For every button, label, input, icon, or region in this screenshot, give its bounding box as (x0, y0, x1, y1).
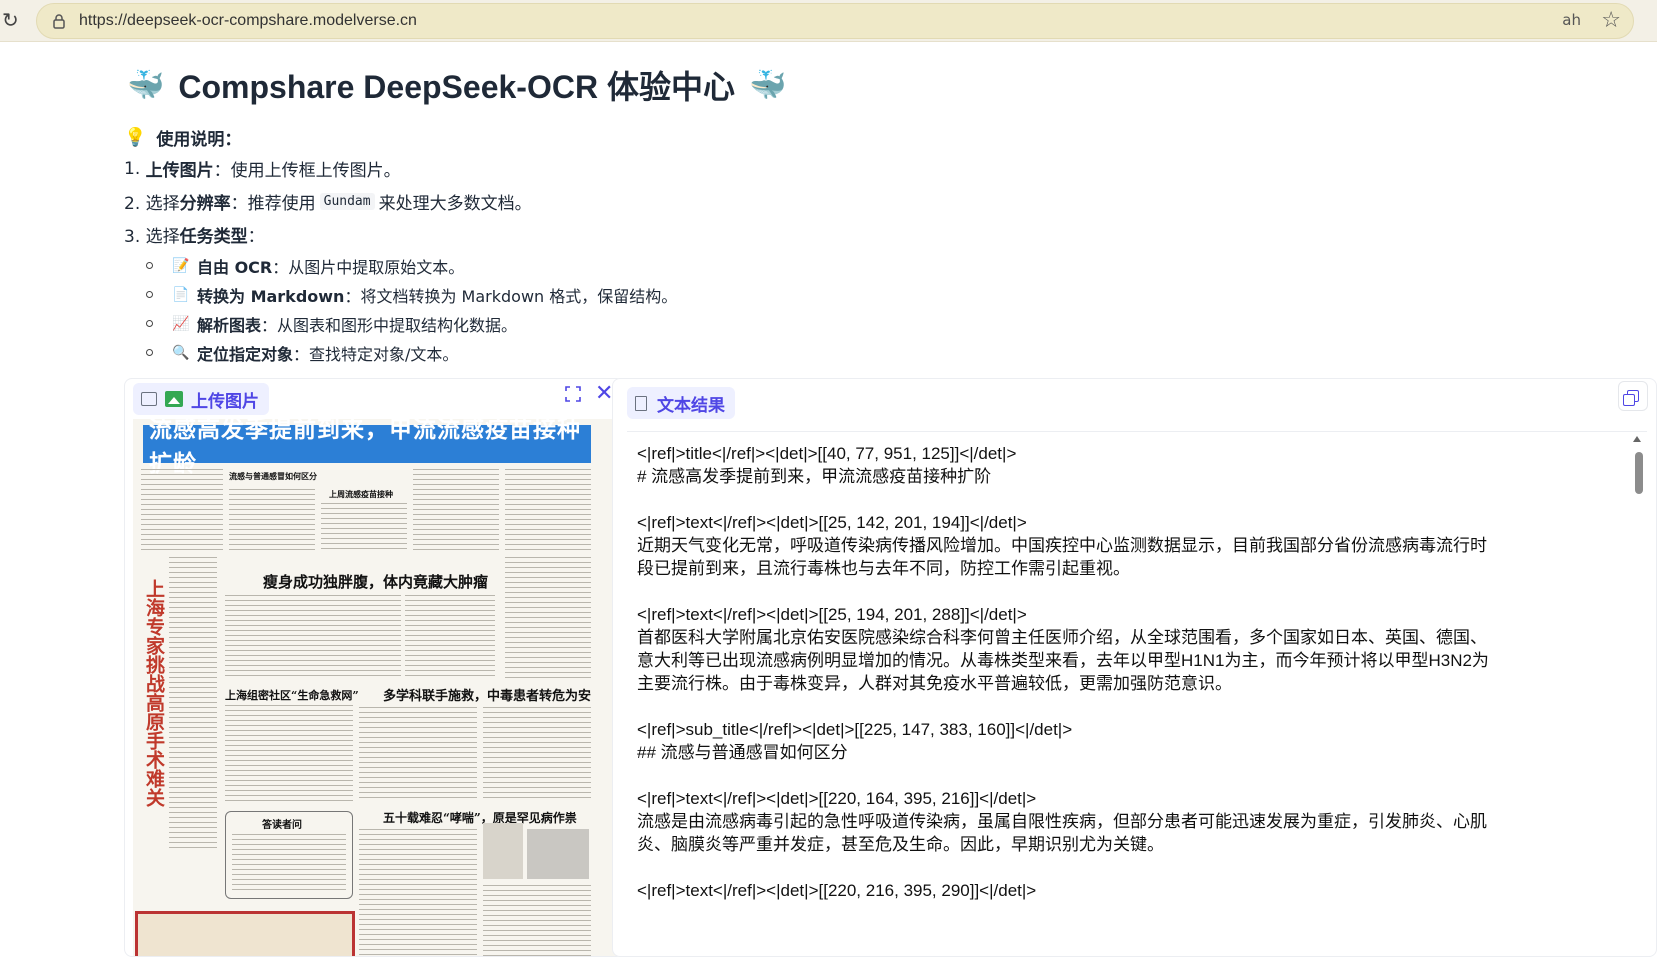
result-block: <|ref|>text<|/ref|><|det|>[[220, 216, 39… (637, 879, 1493, 902)
result-ref-line: <|ref|>sub_title<|/ref|><|det|>[[225, 14… (637, 720, 1073, 739)
bullet-icon (146, 320, 153, 327)
result-textbox[interactable]: <|ref|>title<|/ref|><|det|>[[40, 77, 951… (627, 431, 1647, 961)
reader-qa-box: 答读者问 (225, 811, 353, 899)
result-block: <|ref|>title<|/ref|><|det|>[[40, 77, 951… (637, 442, 1493, 488)
memo-icon: 📝 (172, 257, 190, 274)
result-content-line: # 流感高发季提前到来，甲流流感疫苗接种扩阶 (637, 467, 992, 486)
newspaper-column (232, 834, 346, 894)
result-text[interactable]: <|ref|>title<|/ref|><|det|>[[40, 77, 951… (627, 432, 1507, 902)
bullet-icon (146, 262, 153, 269)
result-panel: 文本结果 <|ref|>title<|/ref|><|det|>[[40, 77… (612, 378, 1657, 957)
reader-qa-title: 答读者问 (262, 820, 302, 831)
whale-icon: 🐳 (748, 68, 787, 102)
bullet-icon (146, 349, 153, 356)
newspaper-column (405, 595, 495, 679)
newspaper-headline: 流感高发季提前到来，甲流流感疫苗接种扩龄 (143, 419, 591, 477)
chart-icon: 📈 (172, 315, 190, 332)
newspaper-column (225, 705, 353, 801)
result-block: <|ref|>sub_title<|/ref|><|det|>[[225, 14… (637, 718, 1493, 764)
task-free-ocr: 📝 自由 OCR ：从图片中提取原始文本。 (146, 251, 677, 280)
task-markdown: 📄 转换为 Markdown ：将文档转换为 Markdown 格式，保留结构。 (146, 280, 677, 309)
scroll-up-icon[interactable] (1633, 436, 1641, 442)
newspaper-column (505, 469, 591, 551)
page-icon: 📄 (172, 286, 190, 303)
newspaper-decoration (135, 911, 355, 956)
url-text[interactable]: https://deepseek-ocr-compshare.modelvers… (79, 12, 417, 30)
page-title: 🐳 Compshare DeepSeek-OCR 体验中心 🐳 (127, 62, 786, 108)
fullscreen-icon[interactable] (565, 386, 581, 402)
result-block: <|ref|>text<|/ref|><|det|>[[25, 194, 201… (637, 603, 1493, 695)
result-block: <|ref|>text<|/ref|><|det|>[[220, 164, 39… (637, 787, 1493, 856)
copy-icon (1623, 390, 1639, 406)
task-locate: 🔍 定位指定对象 ：查找特定对象/文本。 (146, 338, 677, 367)
newspaper-column (413, 469, 499, 551)
result-content-line: 近期天气变化无常，呼吸道传染病传播风险增加。中国疾控中心监测数据显示，目前我国部… (637, 536, 1487, 578)
step-1: 1. 上传图片 ：使用上传框上传图片。 (124, 158, 401, 182)
result-block: <|ref|>text<|/ref|><|det|>[[25, 142, 201… (637, 511, 1493, 580)
magnifier-icon: 🔍 (172, 344, 190, 361)
instructions: 💡 使用说明： 1. 上传图片 ：使用上传框上传图片。 2. 选择 分辨率 ：推荐使用… (124, 122, 677, 367)
address-bar[interactable]: https://deepseek-ocr-compshare.modelvers… (36, 3, 1634, 39)
result-label: 文本结果 (627, 387, 735, 419)
site-info-icon[interactable] (51, 13, 67, 29)
newspaper-column (321, 503, 407, 551)
result-ref-line: <|ref|>text<|/ref|><|det|>[[220, 164, 39… (637, 789, 1037, 808)
bookmark-star-icon[interactable]: ☆ (1601, 8, 1621, 33)
result-content-line: 首都医科大学附属北京佑安医院感染综合科李何曾主任医师介绍，从全球范围看，多个国家… (637, 628, 1489, 693)
task-chart: 📈 解析图表 ：从图表和图形中提取结构化数据。 (146, 309, 677, 338)
step-3: 3. 选择 任务类型： (124, 227, 265, 247)
bullet-icon (146, 291, 153, 298)
page-title-text: Compshare DeepSeek-OCR 体验中心 (178, 69, 735, 105)
document-icon (635, 395, 647, 411)
newspaper-column (169, 557, 217, 849)
newspaper-column (229, 489, 315, 551)
lightbulb-icon: 💡 (124, 126, 147, 148)
instructions-heading: 💡 使用说明： (124, 126, 242, 150)
newspaper-headline-3: 上海组密社区“生命急救网” (225, 687, 359, 703)
newspaper-column (141, 469, 223, 551)
newspaper-column (359, 707, 477, 801)
step-2: 2. 选择 分辨率 ：推荐使用 Gundam 来处理大多数文档。 (124, 193, 532, 214)
close-icon[interactable]: ✕ (595, 381, 613, 406)
newspaper-column (505, 557, 591, 679)
picture-icon (165, 391, 183, 407)
newspaper-headline-5: 五十载难忍“哮喘”，原是罕见病作祟 (383, 809, 577, 826)
result-ref-line: <|ref|>text<|/ref|><|det|>[[25, 142, 201… (637, 513, 1027, 532)
newspaper-vertical-headline: 上海专家挑战高原手术难关 (143, 579, 165, 807)
uploaded-image[interactable]: 流感高发季提前到来，甲流流感疫苗接种扩龄 流感与普通感冒如何区分 上周流感疫苗接… (133, 419, 617, 956)
image-icon (141, 392, 157, 406)
upload-panel: 上传图片 ✕ 流感高发季提前到来，甲流流感疫苗接种扩龄 流感与普通感冒如何区分 … (124, 378, 624, 957)
newspaper-subhead: 流感与普通感冒如何区分 (229, 471, 317, 482)
whale-icon: 🐳 (127, 68, 165, 102)
newspaper-column (483, 707, 591, 801)
newspaper-column (225, 595, 401, 679)
newspaper-subhead: 上周流感疫苗接种 (329, 489, 393, 500)
translate-icon[interactable]: ah (1562, 11, 1581, 29)
newspaper-photo (527, 829, 589, 879)
result-ref-line: <|ref|>text<|/ref|><|det|>[[220, 216, 39… (637, 881, 1037, 900)
result-ref-line: <|ref|>text<|/ref|><|det|>[[25, 194, 201… (637, 605, 1027, 624)
newspaper-headline-4: 多学科联手施救，中毒患者转危为安 (383, 685, 592, 704)
reload-icon[interactable]: ↻ (2, 8, 19, 32)
gundam-code: Gundam (319, 193, 375, 210)
result-ref-line: <|ref|>title<|/ref|><|det|>[[40, 77, 951… (637, 444, 1017, 463)
upload-label: 上传图片 (133, 383, 269, 415)
newspaper-photo (483, 823, 523, 879)
result-content-line: 流感是由流感病毒引起的急性呼吸道传染病，虽属自限性疾病，但部分患者可能迅速发展为… (637, 812, 1487, 854)
newspaper-column (359, 829, 477, 956)
task-list: 📝 自由 OCR ：从图片中提取原始文本。 📄 转换为 Markdown ：将文档转… (146, 251, 677, 367)
copy-button[interactable] (1618, 381, 1648, 411)
newspaper-headline-2: 瘦身成功独胖腹，体内竟藏大肿瘤 (263, 571, 489, 592)
newspaper-column (483, 885, 591, 956)
scrollbar-thumb[interactable] (1635, 452, 1643, 494)
browser-toolbar: ↻ https://deepseek-ocr-compshare.modelve… (0, 0, 1657, 42)
result-content-line: ## 流感与普通感冒如何区分 (637, 743, 848, 762)
